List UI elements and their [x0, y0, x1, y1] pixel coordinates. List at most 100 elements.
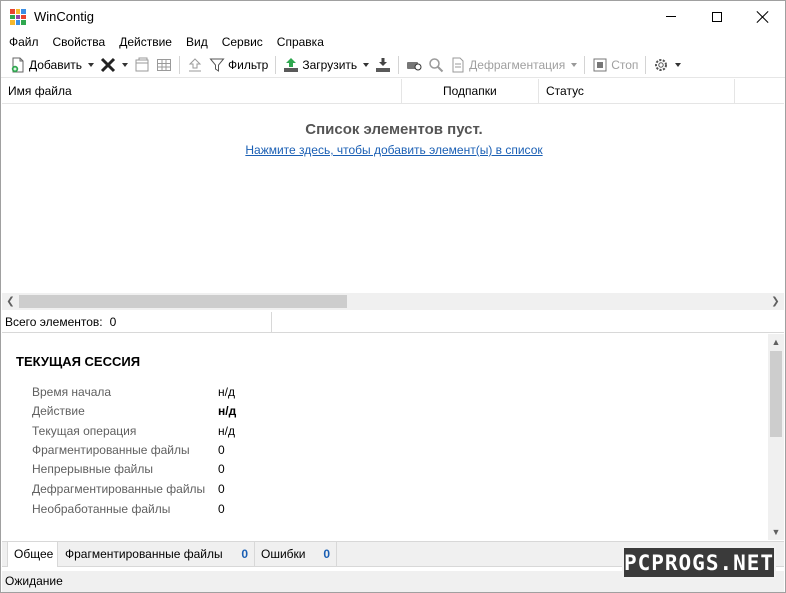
- add-items-link-text[interactable]: Нажмите здесь, чтобы добавить элемент(ы)…: [245, 143, 542, 157]
- session-panel: ТЕКУЩАЯ СЕССИЯ Время начала н/д Действие н…: [2, 334, 784, 540]
- load-button[interactable]: Загрузить: [280, 54, 372, 76]
- session-title: ТЕКУЩАЯ СЕССИЯ: [16, 354, 141, 369]
- scroll-thumb[interactable]: [770, 351, 782, 437]
- tab-general[interactable]: Общее: [7, 541, 58, 567]
- select-all-icon: [134, 57, 150, 73]
- defrag-button[interactable]: Дефрагментация: [447, 54, 580, 76]
- scroll-up-icon[interactable]: ▲: [768, 334, 784, 350]
- stop-label: Стоп: [611, 57, 639, 72]
- session-row-value: н/д: [218, 404, 237, 418]
- defrag-dropdown-icon[interactable]: [571, 62, 578, 67]
- delete-dropdown-icon[interactable]: [122, 62, 129, 67]
- settings-button[interactable]: [650, 54, 684, 76]
- close-button[interactable]: [740, 1, 786, 32]
- toolbar-separator: [275, 55, 277, 74]
- add-file-icon: [10, 57, 26, 73]
- delete-button[interactable]: [97, 54, 131, 76]
- delete-x-icon: [100, 57, 116, 73]
- empty-list-message: Список элементов пуст.: [305, 121, 483, 138]
- grid-icon: [156, 57, 172, 73]
- session-row-value: н/д: [218, 424, 235, 438]
- toolbar-separator: [584, 55, 586, 74]
- menu-bar: Файл Свойства Действие Вид Сервис Справк…: [1, 32, 785, 52]
- add-items-link: Нажмите здесь, чтобы добавить элемент(ы)…: [1, 143, 786, 157]
- session-row-label: Непрерывные файлы: [32, 462, 153, 476]
- maximize-button[interactable]: [694, 1, 740, 32]
- watermark-logo: PCPROGS.NET: [622, 546, 776, 579]
- menu-file[interactable]: Файл: [2, 32, 46, 52]
- close-icon: [757, 11, 769, 23]
- key-icon: [406, 57, 422, 73]
- session-row: Фрагментированные файлы 0: [32, 443, 332, 462]
- session-row-label: Дефрагментированные файлы: [32, 482, 206, 496]
- tab-fragmented-label: Фрагментированные файлы: [65, 547, 223, 561]
- window-title: WinContig: [34, 9, 94, 24]
- key-button[interactable]: [403, 54, 425, 76]
- tab-fragmented-files[interactable]: Фрагментированные файлы 0: [59, 542, 255, 567]
- session-row-label: Время начала: [32, 385, 112, 399]
- move-up-icon: [187, 57, 203, 73]
- session-row-label: Действие: [32, 404, 85, 418]
- settings-dropdown-icon[interactable]: [675, 62, 682, 67]
- stop-button[interactable]: Стоп: [589, 54, 641, 76]
- defrag-label: Дефрагментация: [469, 57, 566, 72]
- toolbar-separator: [398, 55, 400, 74]
- tab-errors[interactable]: Ошибки 0: [255, 542, 337, 567]
- grid-button[interactable]: [153, 54, 175, 76]
- load-dropdown-icon[interactable]: [363, 62, 370, 67]
- defrag-icon: [450, 57, 466, 73]
- horizontal-scrollbar[interactable]: ❮ ❯: [2, 293, 784, 310]
- move-up-button[interactable]: [184, 54, 206, 76]
- tab-fragmented-count: 0: [241, 547, 248, 561]
- session-row-label: Фрагментированные файлы: [32, 443, 190, 457]
- column-filename[interactable]: Имя файла: [2, 79, 402, 104]
- scroll-down-icon[interactable]: ▼: [768, 524, 784, 540]
- minimize-icon: [666, 16, 676, 17]
- column-status[interactable]: Статус: [539, 79, 735, 104]
- search-icon: [428, 57, 444, 73]
- stop-icon: [592, 57, 608, 73]
- save-button[interactable]: [372, 54, 394, 76]
- tab-errors-count: 0: [323, 547, 330, 561]
- add-label: Добавить: [29, 57, 83, 72]
- session-row-value: 0: [218, 443, 225, 457]
- filter-button[interactable]: Фильтр: [206, 54, 271, 76]
- session-row-value: н/д: [218, 385, 235, 399]
- scroll-left-icon[interactable]: ❮: [2, 293, 19, 310]
- menu-view[interactable]: Вид: [179, 32, 215, 52]
- session-row: Непрерывные файлы 0: [32, 462, 332, 481]
- maximize-icon: [712, 11, 722, 22]
- gear-icon: [653, 57, 669, 73]
- session-row: Время начала н/д: [32, 385, 332, 404]
- session-row: Необработанные файлы 0: [32, 502, 332, 521]
- save-icon: [375, 57, 391, 73]
- session-row-value: 0: [218, 462, 225, 476]
- add-button[interactable]: Добавить: [7, 54, 97, 76]
- add-dropdown-icon[interactable]: [88, 62, 95, 67]
- menu-service[interactable]: Сервис: [215, 32, 270, 52]
- item-count: Всего элементов: 0: [2, 312, 272, 333]
- menu-action[interactable]: Действие: [112, 32, 179, 52]
- column-subfolders[interactable]: Подпапки: [402, 79, 539, 104]
- search-button[interactable]: [425, 54, 447, 76]
- vertical-scrollbar[interactable]: ▲ ▼: [768, 334, 784, 540]
- item-count-value: 0: [109, 315, 117, 329]
- tab-errors-label: Ошибки: [261, 547, 306, 561]
- session-row-value: 0: [218, 482, 225, 496]
- file-list-header: Имя файла Подпапки Статус: [2, 79, 784, 104]
- toolbar-separator: [179, 55, 181, 74]
- minimize-button[interactable]: [648, 1, 694, 32]
- filter-icon: [209, 57, 225, 73]
- watermark-text: PCPROGS.NET: [623, 550, 775, 575]
- toolbar: Добавить Фильтр Загрузить Дефрагментация…: [1, 52, 785, 78]
- toolbar-separator: [645, 55, 647, 74]
- scroll-right-icon[interactable]: ❯: [767, 293, 784, 310]
- session-row-value: 0: [218, 502, 225, 516]
- scroll-thumb[interactable]: [19, 295, 347, 308]
- app-icon: [10, 9, 26, 25]
- menu-properties[interactable]: Свойства: [46, 32, 113, 52]
- session-row-label: Необработанные файлы: [32, 502, 171, 516]
- select-all-button[interactable]: [131, 54, 153, 76]
- title-bar[interactable]: WinContig: [1, 1, 785, 32]
- menu-help[interactable]: Справка: [270, 32, 331, 52]
